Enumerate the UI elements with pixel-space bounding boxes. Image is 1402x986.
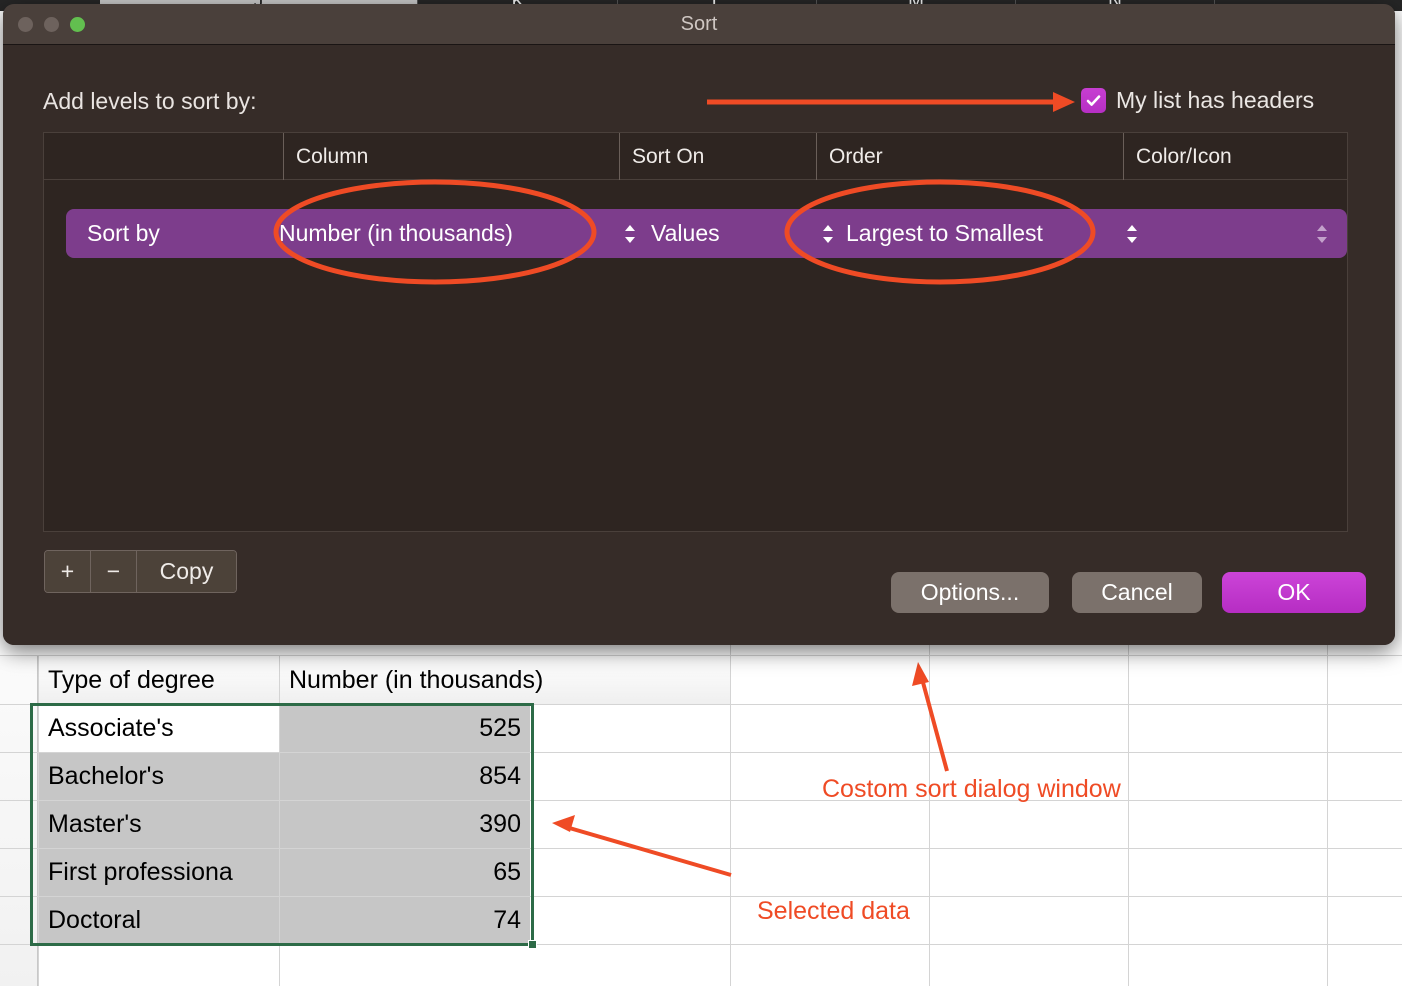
table-row[interactable]: Master's [39, 801, 279, 848]
annotation-checkbox-arrow [703, 85, 1083, 125]
sort-levels-list: Column Sort On Order Color/Icon Sort by … [43, 132, 1348, 532]
table-row[interactable]: Bachelor's [39, 753, 279, 800]
options-button[interactable]: Options... [891, 572, 1049, 613]
selection-fill-handle[interactable] [528, 940, 537, 949]
copy-level-button[interactable]: Copy [137, 551, 236, 592]
grid-line-v [929, 645, 930, 986]
my-list-has-headers-label: My list has headers [1116, 87, 1314, 114]
table-header-cell[interactable]: Type of degree [39, 656, 279, 704]
dialog-titlebar[interactable]: Sort [3, 4, 1395, 45]
cancel-button[interactable]: Cancel [1072, 572, 1202, 613]
my-list-has-headers-row[interactable]: My list has headers [1081, 87, 1314, 114]
grid-line-v [730, 645, 731, 986]
dialog-body: Add levels to sort by: My list has heade… [3, 45, 1395, 645]
spreadsheet-row-header-gutter [0, 656, 38, 986]
table-header-cell[interactable]: Number (in thousands) [280, 656, 730, 704]
annotation-data-callout: Selected data [757, 897, 910, 926]
grid-line-v [1128, 645, 1129, 986]
table-row[interactable]: 65 [280, 849, 530, 896]
add-level-button[interactable]: + [45, 551, 91, 592]
annotation-ellipse-layer [44, 133, 1349, 533]
table-row[interactable]: First professiona [39, 849, 279, 896]
table-row[interactable]: 74 [280, 897, 530, 944]
checkbox-checked-icon[interactable] [1081, 88, 1106, 113]
sort-dialog: Sort Add levels to sort by: My list has … [3, 4, 1395, 645]
table-row[interactable]: Associate's [39, 705, 279, 752]
table-row[interactable]: 525 [280, 705, 530, 752]
table-row[interactable]: 854 [280, 753, 530, 800]
grid-line-v [1327, 645, 1328, 986]
ok-button[interactable]: OK [1222, 572, 1366, 613]
dialog-title: Sort [3, 4, 1395, 45]
table-row[interactable]: Doctoral [39, 897, 279, 944]
table-row[interactable]: 390 [280, 801, 530, 848]
add-levels-label: Add levels to sort by: [43, 88, 257, 115]
grid-line-h [0, 944, 1402, 945]
annotation-dialog-callout: Costom sort dialog window [822, 775, 1121, 804]
level-toolbar: + − Copy [44, 550, 237, 593]
remove-level-button[interactable]: − [91, 551, 137, 592]
